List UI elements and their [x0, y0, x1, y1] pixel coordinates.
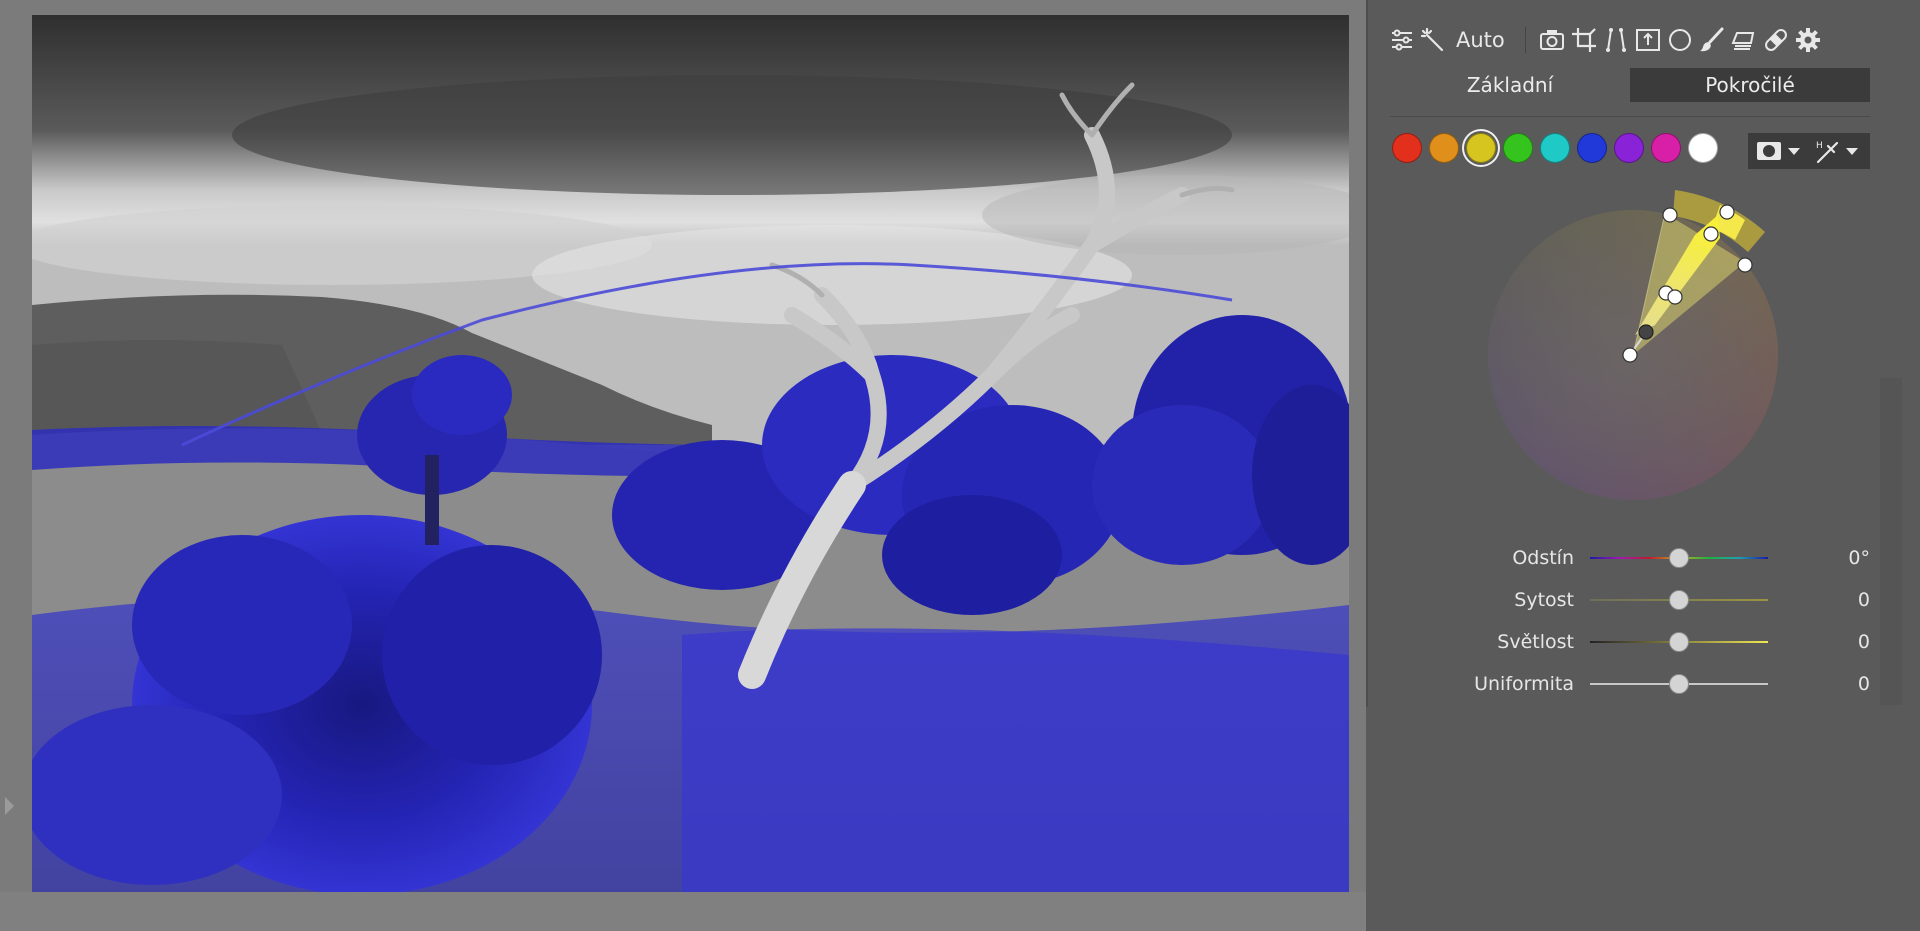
- slider-saturation: Sytost 0: [1390, 585, 1870, 615]
- upload-icon[interactable]: [1632, 22, 1664, 58]
- tab-divider: [1390, 116, 1870, 117]
- slider-label: Odstín: [1512, 547, 1574, 569]
- slider-uniformity: Uniformita 0: [1390, 669, 1870, 699]
- gear-icon[interactable]: [1792, 22, 1824, 58]
- toolbar-separator: [1524, 27, 1526, 53]
- swatch-green[interactable]: [1503, 133, 1533, 163]
- perspective-icon[interactable]: [1600, 22, 1632, 58]
- slider-handle[interactable]: [1669, 632, 1689, 652]
- panel-divider: [1366, 0, 1368, 707]
- uniformity-slider[interactable]: [1590, 669, 1768, 699]
- camera-icon[interactable]: [1536, 22, 1568, 58]
- auto-button[interactable]: Auto: [1456, 28, 1505, 52]
- slider-value: 0°: [1848, 547, 1870, 569]
- tab-pokrocile[interactable]: Pokročilé: [1630, 68, 1870, 102]
- mask-tools: H: [1748, 133, 1870, 169]
- magic-wand-icon[interactable]: [1418, 22, 1450, 58]
- color-swatches: [1392, 133, 1725, 163]
- swatch-blue[interactable]: [1577, 133, 1607, 163]
- swatch-cyan[interactable]: [1540, 133, 1570, 163]
- swatch-white[interactable]: [1688, 133, 1718, 163]
- slider-label: Sytost: [1514, 589, 1574, 611]
- swatch-magenta[interactable]: [1651, 133, 1681, 163]
- slider-hue: Odstín 0°: [1390, 543, 1870, 573]
- chevron-down-icon: [1788, 147, 1800, 155]
- color-wheel[interactable]: [1480, 180, 1810, 510]
- slider-lightness: Světlost 0: [1390, 627, 1870, 657]
- bandage-icon[interactable]: [1760, 22, 1792, 58]
- slider-value: 0: [1857, 589, 1870, 611]
- sliders-icon[interactable]: [1386, 22, 1418, 58]
- slider-value: 0: [1857, 631, 1870, 653]
- slider-label: Světlost: [1497, 631, 1574, 653]
- panel-scrollbar[interactable]: [1880, 378, 1902, 705]
- slider-handle[interactable]: [1669, 590, 1689, 610]
- photo-preview[interactable]: [32, 15, 1349, 892]
- circle-icon[interactable]: [1664, 22, 1696, 58]
- lightness-slider[interactable]: [1590, 627, 1768, 657]
- slider-handle[interactable]: [1669, 674, 1689, 694]
- slider-handle[interactable]: [1669, 548, 1689, 568]
- swatch-purple[interactable]: [1614, 133, 1644, 163]
- tab-zakladni[interactable]: Základní: [1390, 68, 1630, 102]
- swatch-red[interactable]: [1392, 133, 1422, 163]
- crop-icon[interactable]: [1568, 22, 1600, 58]
- expand-panel-arrow-icon[interactable]: [5, 797, 14, 815]
- mask-dropdown[interactable]: [1748, 133, 1800, 169]
- svg-text:H: H: [1816, 141, 1823, 151]
- brush-icon[interactable]: [1696, 22, 1728, 58]
- mask-icon: [1757, 142, 1781, 160]
- picker-icon: H: [1816, 141, 1839, 164]
- eraser-icon[interactable]: [1728, 22, 1760, 58]
- picker-dropdown[interactable]: H: [1800, 133, 1858, 169]
- app-window: Auto Základní Pokročilé H Odstín 0° Syto…: [0, 0, 1920, 931]
- swatch-orange[interactable]: [1429, 133, 1459, 163]
- hue-slider[interactable]: [1590, 543, 1768, 573]
- slider-label: Uniformita: [1474, 673, 1574, 695]
- photo-viewer: [0, 0, 1366, 931]
- chevron-down-icon: [1846, 147, 1858, 155]
- tool-bar: Auto: [1386, 22, 1824, 58]
- swatch-yellow[interactable]: [1466, 133, 1496, 163]
- mode-tabs: Základní Pokročilé: [1390, 68, 1870, 102]
- slider-value: 0: [1857, 673, 1870, 695]
- viewer-footer: [0, 892, 1366, 931]
- saturation-slider[interactable]: [1590, 585, 1768, 615]
